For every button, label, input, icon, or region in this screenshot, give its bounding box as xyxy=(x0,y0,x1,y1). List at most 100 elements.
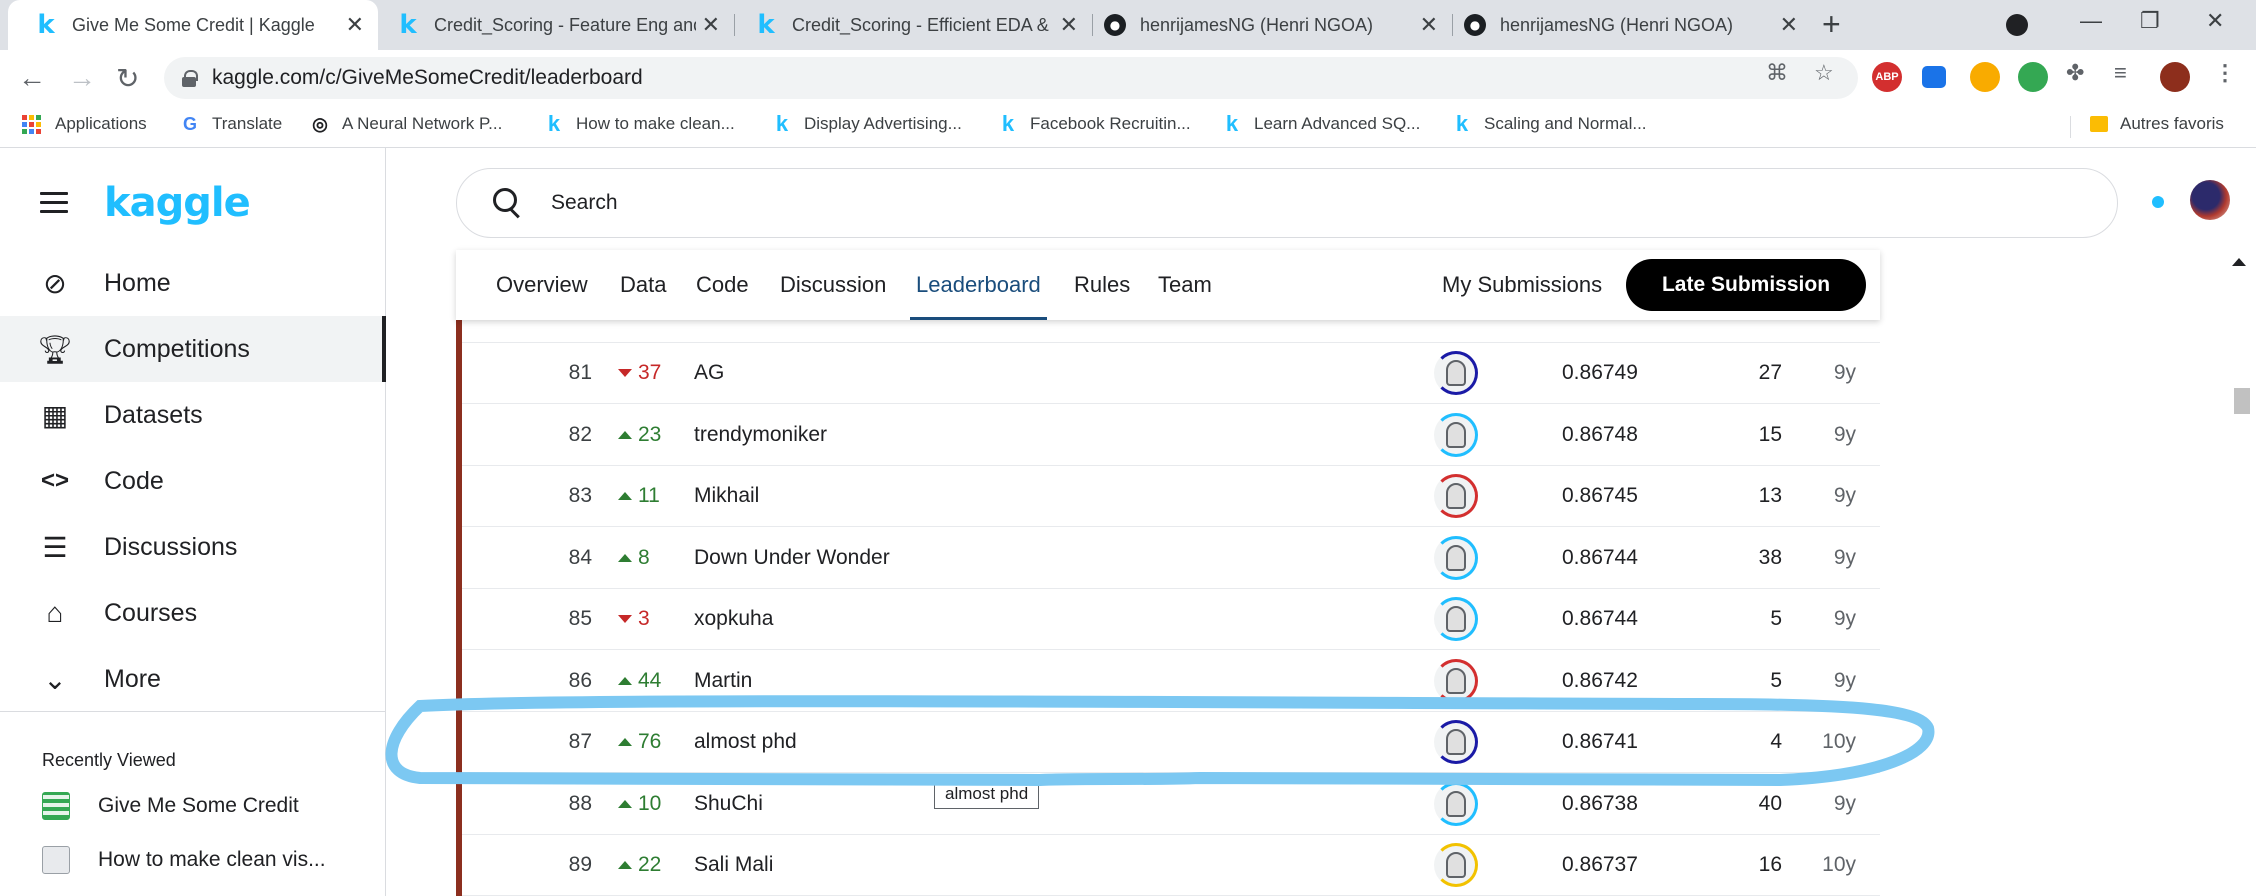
extensions-puzzle-icon[interactable]: ✤ xyxy=(2066,60,2084,86)
sidebar-item-code[interactable]: <> Code xyxy=(0,448,386,514)
tab-overview[interactable]: Overview xyxy=(496,250,588,320)
restore-icon[interactable]: ❐ xyxy=(2140,8,2160,34)
url-text[interactable]: kaggle.com/c/GiveMeSomeCredit/leaderboar… xyxy=(212,66,643,90)
browser-tab[interactable]: k Credit_Scoring - Feature Eng and ✕ xyxy=(378,0,734,50)
browser-menu-icon[interactable]: ⋮ xyxy=(2214,60,2236,86)
bookmark-star-icon[interactable]: ☆ xyxy=(1814,60,1834,86)
bookmark-translate[interactable]: G Translate xyxy=(180,114,282,134)
close-icon[interactable]: ✕ xyxy=(1420,12,1438,38)
hamburger-menu-icon[interactable] xyxy=(40,192,68,213)
team-name[interactable]: AG xyxy=(694,361,724,385)
team-name[interactable]: Sali Mali xyxy=(694,853,773,877)
team-avatar[interactable] xyxy=(1434,474,1478,518)
team-name[interactable]: ShuChi xyxy=(694,792,763,816)
team-avatar[interactable] xyxy=(1434,781,1478,826)
recent-item[interactable]: Give Me Some Credit xyxy=(42,792,299,820)
sidebar-item-datasets[interactable]: ▦ Datasets xyxy=(0,382,386,448)
entries-count: 38 xyxy=(1758,545,1782,569)
minimize-icon[interactable]: — xyxy=(2080,8,2102,34)
team-name[interactable]: trendymoniker xyxy=(694,423,827,447)
table-row[interactable]: 87 76 almost phd 0.86741 4 10y xyxy=(462,712,1880,773)
screen-capture-icon[interactable] xyxy=(1922,66,1946,88)
team-name[interactable]: Martin xyxy=(694,669,752,693)
table-row[interactable]: 83 11 Mikhail 0.86745 13 9y xyxy=(462,466,1880,527)
team-avatar[interactable] xyxy=(1434,720,1478,764)
browser-tab[interactable]: ● henrijamesNG (Henri NGOA) ✕ xyxy=(1094,0,1452,50)
github-icon: ● xyxy=(1464,14,1486,36)
site-search[interactable] xyxy=(456,168,2118,238)
bookmark-facebook-recruiting[interactable]: k Facebook Recruitin... xyxy=(998,111,1191,136)
rank-change-value: 10 xyxy=(638,791,662,815)
reload-icon[interactable]: ↻ xyxy=(116,62,139,95)
search-input[interactable] xyxy=(551,191,1751,215)
media-queue-icon[interactable]: ≡ xyxy=(2114,60,2127,86)
team-name[interactable]: Mikhail xyxy=(694,484,759,508)
forward-arrow-icon[interactable]: → xyxy=(68,62,96,94)
scrollbar-thumb[interactable] xyxy=(2234,388,2250,414)
globe-extension-icon[interactable] xyxy=(2018,62,2048,92)
my-submissions-link[interactable]: My Submissions xyxy=(1442,250,1602,320)
team-avatar[interactable] xyxy=(1434,658,1478,703)
team-avatar[interactable] xyxy=(1434,843,1478,887)
team-name[interactable]: xopkuha xyxy=(694,607,773,631)
translate-page-icon[interactable]: ⌘ xyxy=(1766,60,1788,86)
sidebar-item-home[interactable]: ⊘ Home xyxy=(0,250,386,316)
triangle-up-icon xyxy=(618,738,632,746)
close-icon[interactable]: ✕ xyxy=(1780,12,1798,38)
user-avatar[interactable] xyxy=(2190,180,2230,220)
rank: 89 xyxy=(568,853,592,876)
table-row[interactable]: 88 10 ShuChi 0.86738 40 9y xyxy=(462,774,1880,835)
kaggle-icon: k xyxy=(757,10,775,40)
browser-tab-active[interactable]: k Give Me Some Credit | Kaggle ✕ xyxy=(8,0,378,50)
recent-item[interactable]: How to make clean vis... xyxy=(42,846,326,874)
close-icon[interactable]: ✕ xyxy=(702,12,720,38)
table-row[interactable]: 85 3 xopkuha 0.86744 5 9y xyxy=(462,589,1880,650)
team-avatar[interactable] xyxy=(1434,412,1478,457)
sidebar-item-discussions[interactable]: ☰ Discussions xyxy=(0,514,386,580)
table-row[interactable]: 84 8 Down Under Wonder 0.86744 38 9y xyxy=(462,528,1880,589)
adblock-icon[interactable]: ABP xyxy=(1872,62,1902,92)
close-icon[interactable]: ✕ xyxy=(1060,12,1078,38)
close-icon[interactable]: ✕ xyxy=(346,12,364,38)
kaggle-logo[interactable]: kaggle xyxy=(104,180,251,226)
team-name[interactable]: almost phd xyxy=(694,730,797,754)
tab-code[interactable]: Code xyxy=(696,250,749,320)
sidebar-item-courses[interactable]: ⌂ Courses xyxy=(0,580,386,646)
hand-extension-icon[interactable] xyxy=(1970,62,2000,92)
team-avatar[interactable] xyxy=(1434,351,1478,395)
tab-leaderboard[interactable]: Leaderboard xyxy=(910,250,1047,320)
tab-discussion[interactable]: Discussion xyxy=(780,250,886,320)
team-avatar[interactable] xyxy=(1434,597,1478,641)
team-name[interactable]: Down Under Wonder xyxy=(694,546,890,570)
bookmark-applications[interactable]: Applications xyxy=(22,114,147,134)
bookmark-scaling-normal[interactable]: k Scaling and Normal... xyxy=(1452,111,1647,136)
browser-tab[interactable]: ● henrijamesNG (Henri NGOA) ✕ xyxy=(1454,0,1812,50)
profile-avatar[interactable] xyxy=(2160,62,2190,92)
table-row[interactable]: 81 37 AG 0.86749 27 9y xyxy=(462,343,1880,404)
bookmark-clean-vis[interactable]: k How to make clean... xyxy=(544,111,735,136)
team-avatar[interactable] xyxy=(1434,535,1478,580)
window-close-icon[interactable]: ✕ xyxy=(2206,8,2224,34)
rank: 84 xyxy=(568,545,592,569)
tab-rules[interactable]: Rules xyxy=(1074,250,1130,320)
sidebar-item-competitions[interactable]: 🏆︎ Competitions xyxy=(0,316,386,382)
late-submission-button[interactable]: Late Submission xyxy=(1626,259,1866,311)
address-bar[interactable]: kaggle.com/c/GiveMeSomeCredit/leaderboar… xyxy=(164,57,1858,99)
tab-data[interactable]: Data xyxy=(620,250,666,320)
back-arrow-icon[interactable]: ← xyxy=(18,62,46,94)
bookmark-neural-network[interactable]: ◎ A Neural Network P... xyxy=(310,114,502,134)
other-bookmarks[interactable]: Autres favoris xyxy=(2090,114,2224,134)
triangle-up-icon xyxy=(618,553,632,562)
new-tab-plus-icon[interactable]: + xyxy=(1822,6,1841,43)
table-row[interactable]: 86 44 Martin 0.86742 5 9y xyxy=(462,651,1880,712)
tab-title: Credit_Scoring - Efficient EDA & xyxy=(792,14,1049,35)
bookmark-display-advertising[interactable]: k Display Advertising... xyxy=(772,111,962,136)
scroll-up-arrow-icon[interactable] xyxy=(2232,258,2246,266)
bookmark-advanced-sql[interactable]: k Learn Advanced SQ... xyxy=(1222,111,1420,136)
browser-tab[interactable]: k Credit_Scoring - Efficient EDA & ✕ xyxy=(736,0,1092,50)
sidebar-item-more[interactable]: ⌄ More xyxy=(0,646,386,712)
tab-search-icon[interactable] xyxy=(2006,14,2028,36)
table-row[interactable]: 82 23 trendymoniker 0.86748 15 9y xyxy=(462,405,1880,466)
tab-team[interactable]: Team xyxy=(1158,250,1212,320)
table-row[interactable]: 89 22 Sali Mali 0.86737 16 10y xyxy=(462,835,1880,896)
